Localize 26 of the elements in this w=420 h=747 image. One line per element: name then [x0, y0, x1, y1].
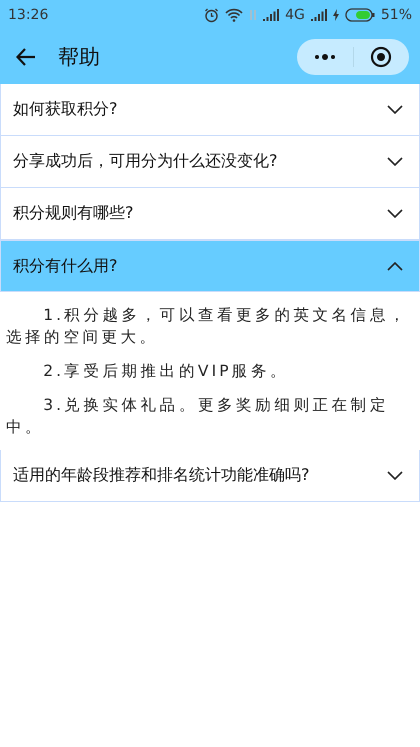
chevron-down-icon [387, 209, 403, 218]
alarm-icon [204, 8, 220, 22]
faq-question[interactable]: 适用的年龄段推荐和排名统计功能准确吗? [0, 450, 420, 502]
answer-paragraph: 2.享受后期推出的VIP服务。 [42, 361, 290, 382]
answer-paragraph: 1.积分越多，可以查看更多的英文名信息，选择的空间更大。 [6, 305, 409, 348]
more-dots-icon [314, 54, 336, 60]
faq-question[interactable]: 积分规则有哪些? [0, 188, 420, 240]
network-type: 4G [285, 7, 305, 23]
faq-question[interactable]: 分享成功后，可用分为什么还没变化? [0, 136, 420, 188]
answer-paragraph: 3.兑换实体礼品。更多奖励细则正在制定中。 [6, 395, 390, 438]
battery-percent: 51% [380, 7, 412, 23]
chevron-down-icon [387, 105, 403, 114]
page-title: 帮助 [58, 44, 101, 71]
signal-icon [263, 9, 280, 21]
battery-icon [344, 8, 375, 22]
faq-question[interactable]: 如何获取积分? [0, 84, 420, 136]
wifi-icon [225, 8, 244, 22]
chevron-up-icon [387, 262, 403, 270]
back-arrow-icon[interactable] [16, 48, 36, 66]
status-time: 13:26 [8, 7, 48, 23]
target-icon [370, 46, 392, 68]
chevron-down-icon [387, 471, 403, 480]
faq-question[interactable]: 积分有什么用? [0, 240, 420, 292]
chevron-down-icon [387, 157, 403, 166]
charging-icon [332, 9, 339, 21]
signal-icon [310, 9, 327, 21]
